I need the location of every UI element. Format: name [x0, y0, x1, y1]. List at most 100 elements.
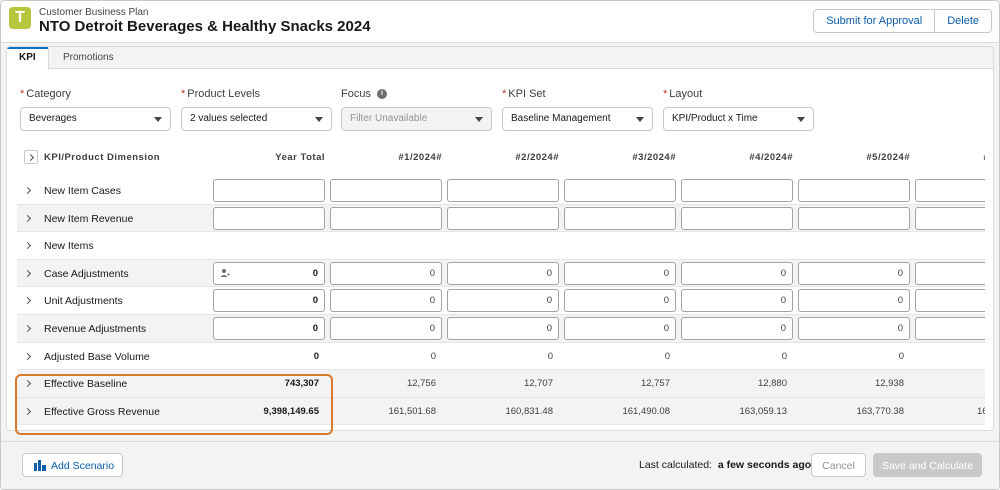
value-input[interactable] — [915, 261, 985, 285]
chevron-right-icon[interactable] — [23, 324, 32, 333]
column-header: #4/2024# — [749, 152, 793, 163]
header-button-group: Submit for Approval Delete — [813, 9, 992, 33]
last-calculated-value: a few seconds ago — [717, 459, 812, 471]
table-row: Effective Gross Revenue 9,398,149.65 161,5… — [17, 397, 985, 426]
table-row: Effective Baseline 743,307 12,756 12,707 12,… — [17, 370, 985, 398]
chevron-right-icon[interactable] — [23, 242, 32, 250]
value-input[interactable]: 0 — [798, 261, 910, 285]
row-label: New Item Cases — [44, 185, 122, 197]
app-frame: T Customer Business Plan NTO Detroit Bev… — [0, 0, 1000, 490]
category-label: Category — [26, 88, 71, 100]
chevron-right-icon[interactable] — [23, 214, 32, 222]
value-input[interactable]: 0 — [213, 317, 325, 340]
expand-all-button[interactable] — [24, 150, 38, 164]
business-plan-icon: T — [9, 7, 31, 29]
tab-bar: KPI Promotions — [7, 47, 993, 70]
value-input[interactable]: 0 — [564, 261, 676, 285]
chevron-right-icon[interactable] — [23, 352, 32, 360]
value-input[interactable] — [564, 179, 676, 202]
value-input[interactable]: 0 — [330, 261, 442, 285]
chevron-right-icon[interactable] — [23, 380, 32, 388]
value-input[interactable]: 0 — [798, 317, 910, 340]
column-header: #3/2024# — [632, 152, 676, 163]
focus-select: Filter Unavailable — [341, 107, 492, 131]
value-input[interactable]: 0 — [564, 317, 676, 340]
grid-header-row: KPI/Product Dimension Year Total #1/2024#… — [17, 147, 985, 169]
kpi-grid: KPI/Product Dimension Year Total #1/2024#… — [17, 147, 985, 429]
value-input[interactable] — [681, 206, 793, 230]
delete-button[interactable]: Delete — [935, 9, 992, 33]
value-input[interactable] — [213, 179, 325, 202]
chevron-down-icon — [315, 117, 323, 122]
value-input[interactable]: 0 — [330, 317, 442, 340]
row-label: New Items — [44, 240, 94, 253]
value-input[interactable] — [213, 206, 325, 230]
kpi-card: KPI Promotions * Category Beverages * Prod… — [6, 46, 994, 431]
chevron-down-icon — [154, 117, 162, 122]
last-calculated-label: Last calculated: — [639, 459, 712, 471]
value-input[interactable] — [798, 179, 910, 202]
submit-for-approval-button[interactable]: Submit for Approval — [813, 9, 936, 33]
layout-label: Layout — [669, 88, 703, 100]
value-input[interactable] — [447, 179, 559, 202]
value-input[interactable] — [915, 206, 985, 230]
value-input[interactable] — [330, 179, 442, 202]
cancel-button[interactable]: Cancel — [811, 453, 866, 477]
value-input[interactable]: 0 — [447, 317, 559, 340]
chevron-right-icon — [26, 153, 35, 162]
value-input[interactable]: 0 — [681, 317, 793, 340]
product-levels-select[interactable]: 2 values selected — [181, 107, 332, 131]
value-input[interactable] — [681, 179, 793, 202]
value-input[interactable] — [447, 206, 559, 230]
save-and-calculate-button[interactable]: Save and Calculate — [873, 453, 982, 477]
table-row: Adjusted Base Volume 0 0 0 0 0 0 — [17, 343, 985, 371]
value-input[interactable] — [915, 317, 985, 340]
add-scenario-button[interactable]: Add Scenario — [22, 453, 123, 477]
column-header: #6 — [915, 152, 985, 163]
tab-kpi[interactable]: KPI — [7, 47, 49, 70]
info-icon[interactable]: i — [376, 89, 387, 99]
chevron-down-icon — [475, 117, 483, 122]
chevron-right-icon[interactable] — [23, 269, 32, 277]
value-cell: 12,880 — [757, 378, 787, 390]
value-cell: 0 — [898, 350, 904, 362]
value-input[interactable]: 0 — [447, 289, 559, 313]
chevron-right-icon[interactable] — [23, 186, 32, 195]
dimension-header: KPI/Product Dimension — [44, 152, 161, 163]
table-row: Unit Adjustments 0 0 0 0 0 0 — [17, 287, 985, 315]
row-label: New Item Revenue — [44, 212, 134, 225]
value-input[interactable]: 0 — [564, 289, 676, 313]
product-levels-label: Product Levels — [187, 88, 261, 100]
page-title: NTO Detroit Beverages & Healthy Snacks 2… — [39, 18, 371, 35]
value-input[interactable]: 0 — [330, 289, 442, 313]
required-marker: * — [502, 88, 507, 100]
value-input[interactable] — [798, 206, 910, 230]
value-input[interactable] — [564, 206, 676, 230]
value-input[interactable]: 0 — [213, 289, 325, 313]
chevron-down-icon — [636, 117, 644, 122]
chevron-right-icon[interactable] — [23, 297, 32, 305]
object-type-label: Customer Business Plan — [39, 7, 149, 18]
category-select[interactable]: Beverages — [20, 107, 171, 131]
value-cell: 163,059.13 — [739, 405, 787, 417]
value-cell: 161,501.68 — [388, 405, 436, 417]
value-input[interactable] — [915, 179, 985, 202]
value-cell: 0 — [781, 350, 787, 362]
layout-select[interactable]: KPI/Product x Time — [663, 107, 814, 131]
kpi-set-label: KPI Set — [508, 88, 546, 100]
value-input[interactable]: 0 — [681, 289, 793, 313]
value-input[interactable]: 0 — [798, 289, 910, 313]
value-input[interactable] — [915, 289, 985, 313]
chevron-right-icon[interactable] — [23, 407, 32, 415]
value-cell: 12,938 — [874, 378, 904, 390]
table-row: New Item Revenue — [17, 204, 985, 233]
value-input[interactable]: 0 — [447, 261, 559, 285]
tab-promotions[interactable]: Promotions — [51, 47, 126, 69]
kpi-set-select[interactable]: Baseline Management — [502, 107, 653, 131]
value-input[interactable] — [330, 206, 442, 230]
value-input[interactable]: 0 — [213, 261, 325, 285]
value-input[interactable]: 0 — [681, 261, 793, 285]
grid-body: New Item Cases New Item Revenue New Items C… — [17, 177, 985, 429]
kpi-set-filter: * KPI Set Baseline Management — [502, 87, 653, 131]
row-label: Unit Adjustments — [44, 295, 123, 308]
